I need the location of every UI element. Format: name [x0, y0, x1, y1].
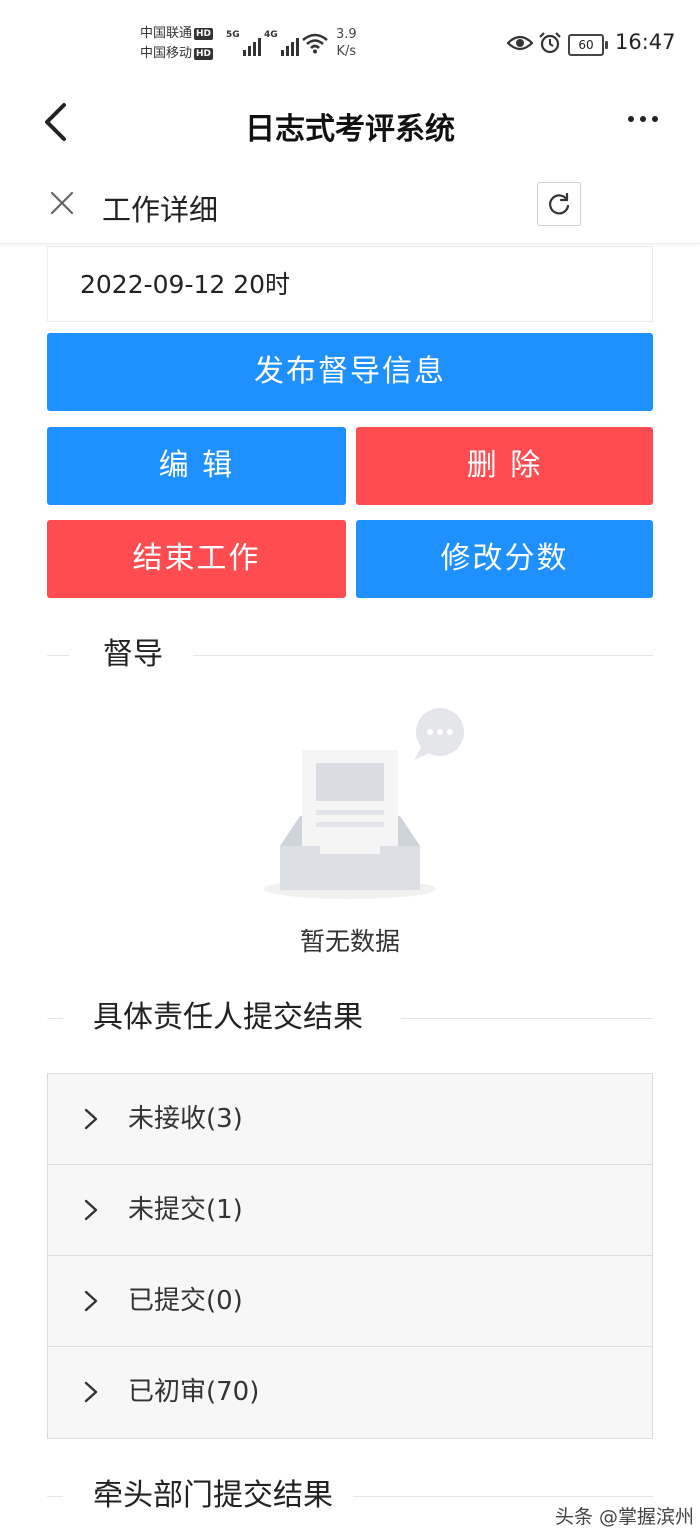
responsible-results-section-header: 具体责任人提交结果 — [47, 998, 653, 1038]
app-header: 日志式考评系统 — [0, 88, 700, 154]
speed-value: 3.9 — [336, 27, 357, 42]
detail-title: 工作详细 — [102, 193, 219, 227]
responsible-results-title: 具体责任人提交结果 — [93, 1000, 363, 1035]
publish-supervision-button[interactable]: 发布督导信息 — [47, 333, 653, 411]
empty-box-icon — [264, 708, 464, 899]
speed-unit: K/s — [336, 44, 357, 59]
hd-badge: HD — [194, 28, 214, 40]
status-bar: 中国联通 HD 中国移动 HD 5G 4G 3.9 K/s 60 16:47 — [0, 0, 700, 88]
eye-icon — [507, 35, 533, 51]
refresh-button[interactable] — [537, 182, 581, 226]
network-5g-label: 5G — [226, 30, 240, 40]
list-item-label: 未接收(3) — [128, 1104, 243, 1134]
carrier-1: 中国联通 — [140, 26, 193, 41]
edit-button[interactable]: 编 辑 — [47, 427, 346, 505]
wifi-icon — [302, 33, 328, 54]
list-item[interactable]: 未接收(3) — [48, 1074, 652, 1165]
list-item[interactable]: 已初审(70) — [48, 1347, 652, 1438]
delete-button[interactable]: 删 除 — [356, 427, 653, 505]
supervision-section-header: 督导 — [47, 635, 653, 675]
lead-dept-results-title: 牵头部门提交结果 — [93, 1478, 333, 1513]
signal-5g-icon: 5G — [226, 30, 261, 56]
chevron-right-icon — [84, 1290, 98, 1312]
list-item[interactable]: 已提交(0) — [48, 1256, 652, 1347]
alarm-icon — [539, 32, 561, 54]
detail-header: 工作详细 — [0, 165, 700, 244]
chevron-right-icon — [84, 1108, 98, 1130]
more-icon[interactable] — [628, 116, 658, 122]
empty-state-text: 暂无数据 — [299, 927, 400, 956]
chevron-right-icon — [84, 1199, 98, 1221]
list-item-label: 未提交(1) — [128, 1195, 243, 1225]
refresh-icon — [549, 192, 570, 215]
modify-score-button[interactable]: 修改分数 — [356, 520, 653, 598]
end-work-button[interactable]: 结束工作 — [47, 520, 346, 598]
signal-4g-icon: 4G — [264, 30, 299, 56]
carrier-2: 中国移动 — [140, 46, 193, 61]
carrier-info: 中国联通 HD 中国移动 HD — [140, 24, 214, 64]
network-4g-label: 4G — [264, 30, 278, 40]
supervision-section-title: 督导 — [103, 637, 163, 672]
list-item-label: 已初审(70) — [128, 1377, 260, 1407]
network-speed: 3.9 K/s — [336, 26, 357, 60]
page-title: 日志式考评系统 — [245, 112, 455, 147]
close-icon[interactable] — [50, 191, 74, 215]
list-item[interactable]: 未提交(1) — [48, 1165, 652, 1256]
battery-icon: 60 — [568, 34, 608, 56]
watermark: 头条 @掌握滨州 — [555, 1506, 695, 1528]
hd-badge: HD — [194, 48, 214, 60]
date-time-field[interactable]: 2022-09-12 20时 — [47, 246, 653, 322]
clock: 16:47 — [615, 30, 676, 54]
submission-status-list: 未接收(3) 未提交(1) 已提交(0) 已初审(70) — [47, 1073, 653, 1439]
chevron-right-icon — [84, 1381, 98, 1403]
list-item-label: 已提交(0) — [128, 1286, 243, 1316]
